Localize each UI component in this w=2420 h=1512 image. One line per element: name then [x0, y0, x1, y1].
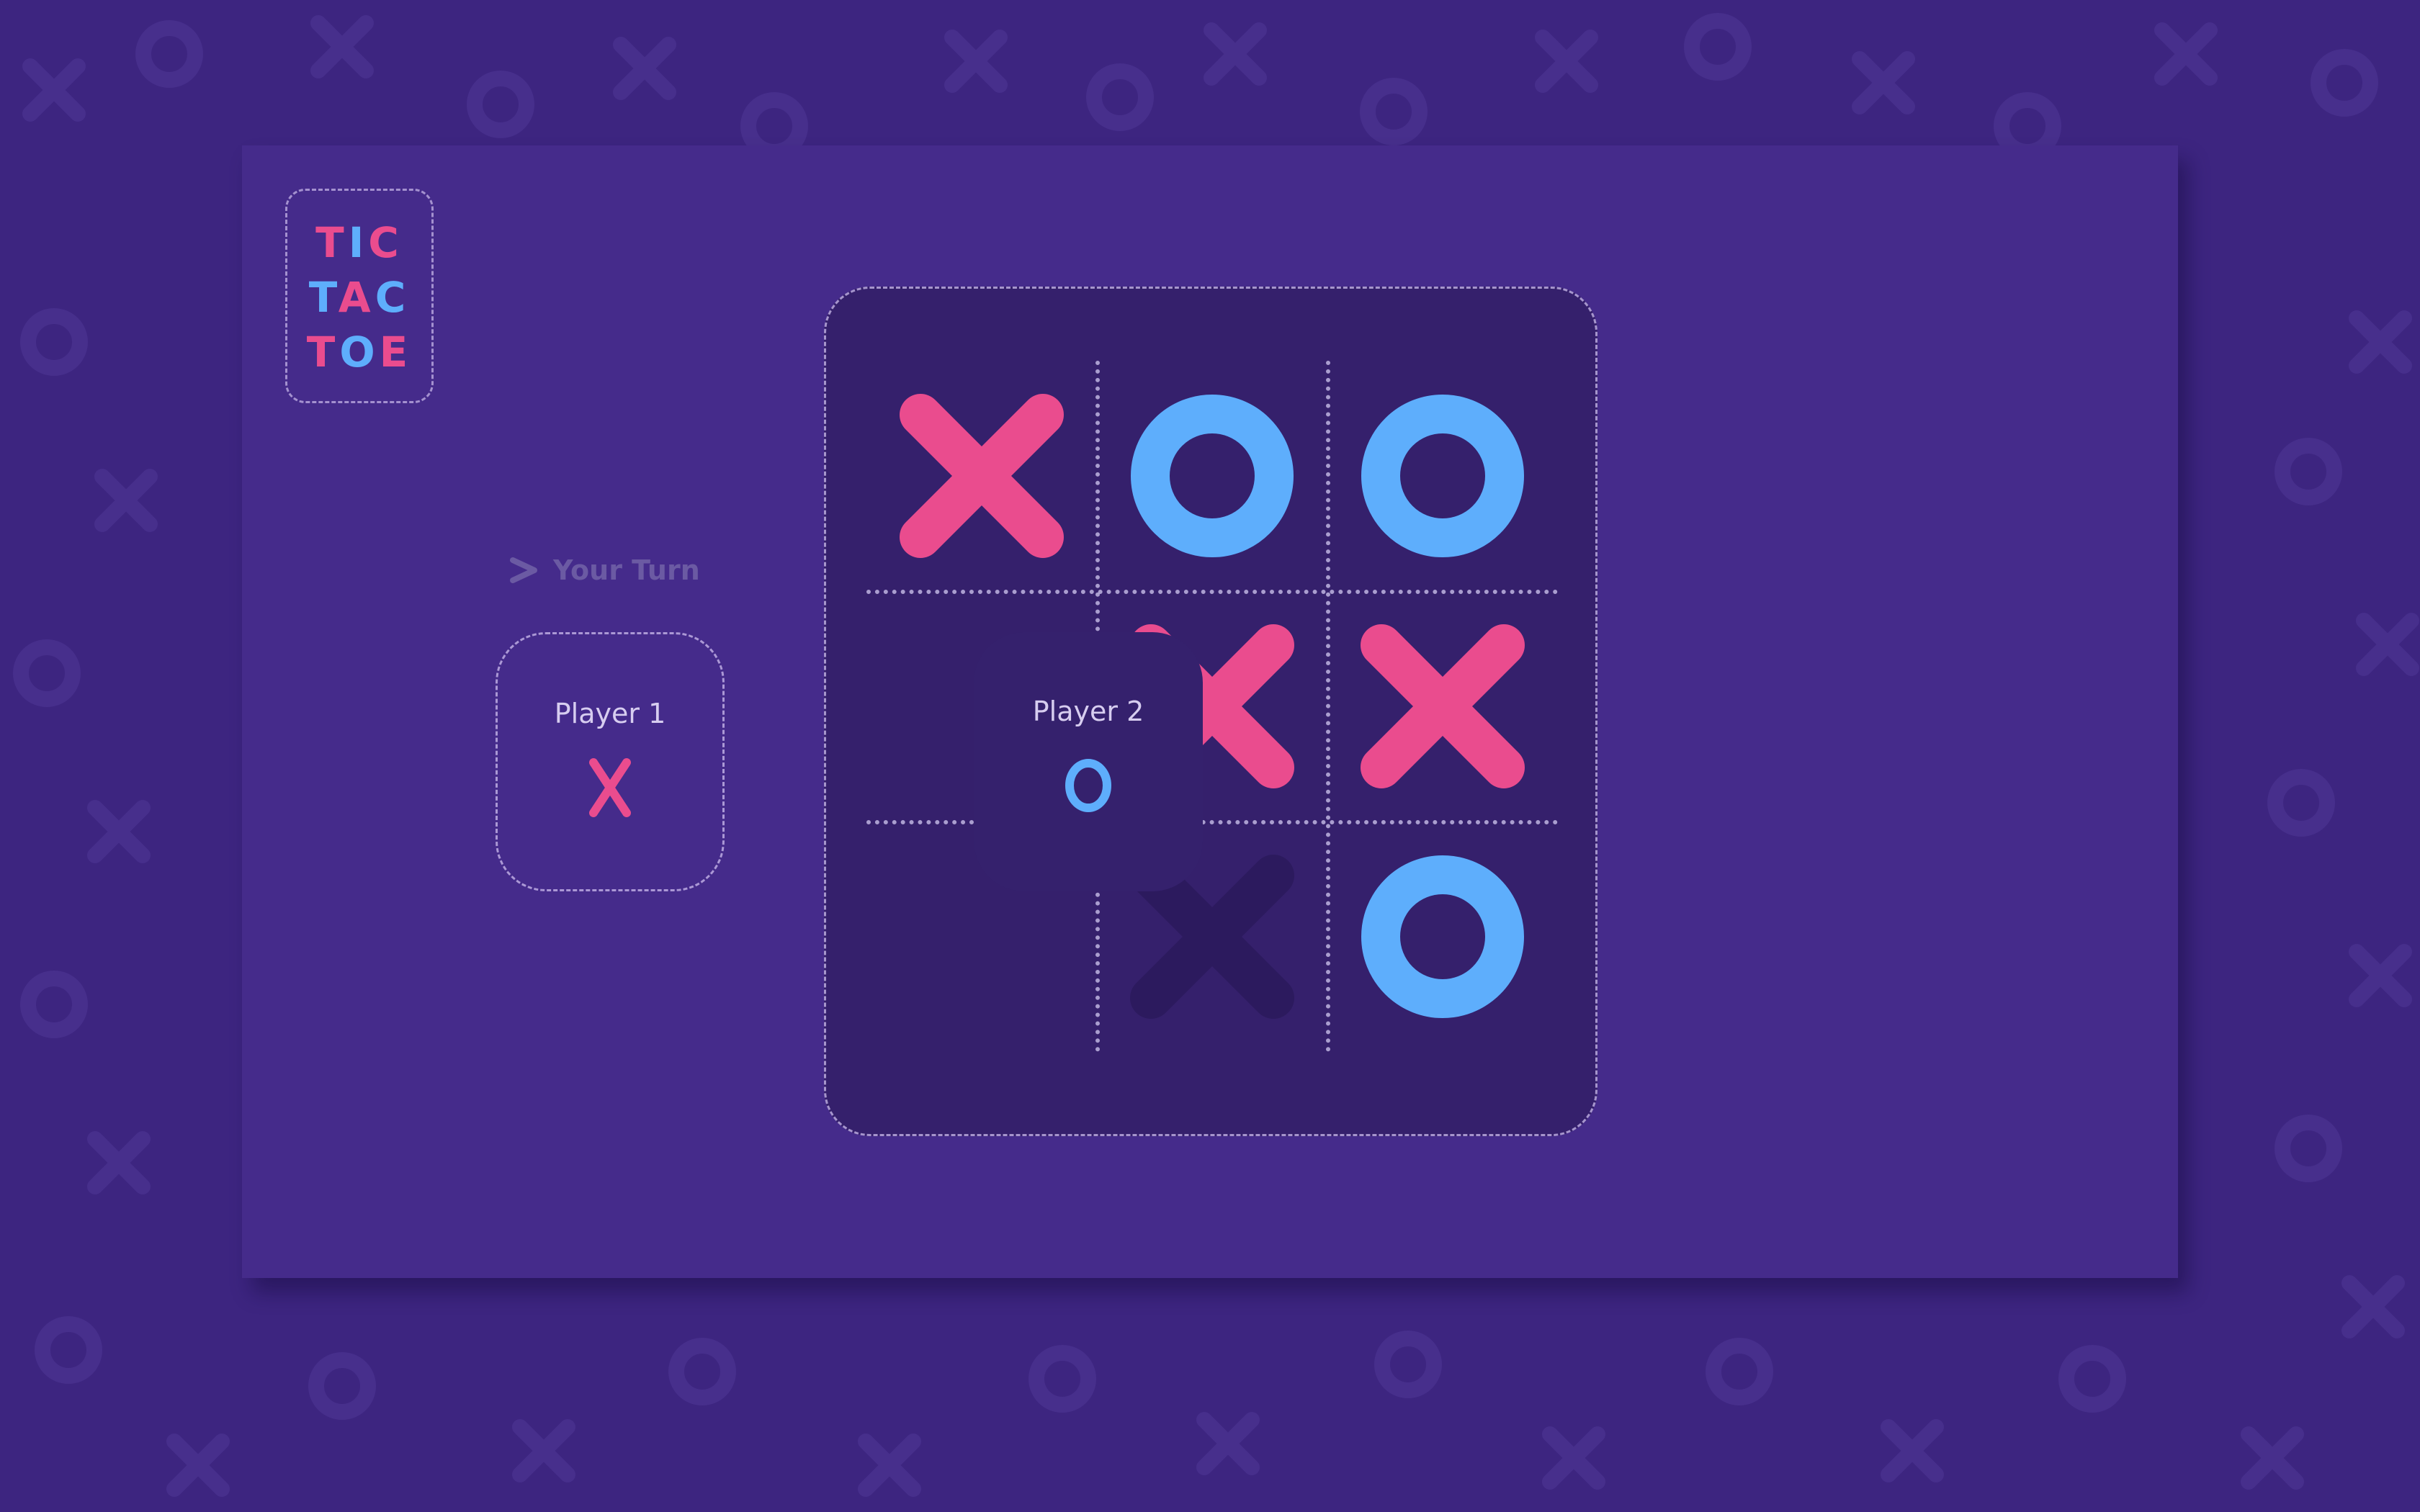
chevron-right-icon	[510, 557, 537, 583]
logo-letter: A	[338, 273, 375, 322]
x-mark-icon	[2154, 22, 2218, 86]
x-mark-icon	[589, 758, 631, 817]
o-mark-icon	[1361, 855, 1524, 1018]
x-mark-icon	[2349, 310, 2412, 374]
o-mark-icon	[1131, 395, 1294, 557]
board-cell-2-2[interactable]	[1327, 822, 1558, 1052]
o-mark-icon	[1684, 13, 1752, 81]
logo-letter: C	[368, 218, 403, 267]
board-cell-0-1[interactable]	[1097, 361, 1327, 591]
x-mark-icon	[87, 800, 151, 863]
o-mark-icon	[2275, 438, 2342, 505]
x-mark-icon	[87, 1131, 151, 1194]
x-mark-icon	[2349, 944, 2412, 1007]
turn-indicator: Your Turn	[508, 549, 700, 592]
x-mark-icon	[2241, 1426, 2304, 1490]
o-mark-icon	[2058, 1345, 2126, 1413]
player-1-name: Player 1	[554, 698, 666, 729]
o-mark-icon	[2275, 1115, 2342, 1182]
x-mark-icon	[944, 30, 1008, 93]
board-grid	[866, 361, 1558, 1052]
o-mark-icon	[2311, 49, 2378, 117]
logo-line-3: TOE	[287, 325, 431, 379]
o-mark-icon	[1361, 395, 1524, 557]
player-1-symbol	[498, 755, 722, 820]
turn-label: Your Turn	[553, 554, 700, 586]
o-mark-icon	[20, 971, 88, 1038]
x-mark-icon	[1204, 22, 1267, 86]
o-mark-icon	[2267, 769, 2335, 837]
o-mark-icon	[1086, 63, 1154, 131]
logo-letter: T	[308, 273, 339, 322]
x-mark-icon	[613, 37, 676, 100]
o-mark-icon	[1706, 1338, 1773, 1405]
o-mark-icon	[1028, 1345, 1096, 1413]
x-mark-icon	[1535, 30, 1598, 93]
logo-line-2: TAC	[287, 270, 431, 325]
o-mark-icon	[135, 20, 203, 88]
o-mark-icon	[20, 308, 88, 376]
x-mark-icon	[1361, 624, 1525, 788]
o-mark-icon	[1065, 759, 1111, 812]
board-cell-0-2[interactable]	[1327, 361, 1558, 591]
logo-letter: O	[339, 328, 380, 377]
logo-letter: E	[379, 328, 413, 377]
x-mark-icon	[94, 469, 158, 532]
player-1-card: Player 1	[496, 632, 725, 891]
x-mark-icon	[512, 1419, 575, 1482]
x-mark-icon	[1881, 1419, 1944, 1482]
o-mark-icon	[13, 639, 81, 707]
logo-letter: T	[306, 328, 340, 377]
o-mark-icon	[668, 1338, 736, 1405]
game-logo: TIC TAC TOE	[285, 189, 434, 403]
o-mark-icon	[1374, 1331, 1442, 1398]
logo-letter: T	[315, 218, 349, 267]
x-mark-icon	[22, 58, 86, 122]
x-mark-icon	[1542, 1426, 1605, 1490]
game-panel: TIC TAC TOE Your Turn Player 1 Player 2	[242, 145, 2178, 1278]
logo-letter: I	[348, 218, 369, 267]
logo-line-1: TIC	[287, 215, 431, 270]
x-mark-icon	[858, 1434, 921, 1497]
board-cell-1-2[interactable]	[1327, 591, 1558, 822]
x-mark-icon	[310, 15, 374, 78]
o-mark-icon	[467, 71, 534, 138]
player-2-card: Player 2	[974, 632, 1203, 891]
player-2-name: Player 2	[1032, 696, 1144, 727]
x-mark-icon	[166, 1434, 230, 1497]
logo-letter: C	[375, 273, 411, 322]
o-mark-icon	[1360, 78, 1428, 145]
x-mark-icon	[2341, 1275, 2405, 1338]
x-mark-icon	[2356, 613, 2419, 676]
o-mark-icon	[308, 1352, 376, 1420]
x-mark-icon	[900, 394, 1064, 558]
x-mark-icon	[1196, 1412, 1260, 1475]
o-mark-icon	[35, 1316, 102, 1384]
x-mark-icon	[1852, 51, 1915, 114]
board-cell-0-0[interactable]	[866, 361, 1097, 591]
game-board	[824, 287, 1597, 1136]
player-2-symbol	[974, 753, 1203, 818]
